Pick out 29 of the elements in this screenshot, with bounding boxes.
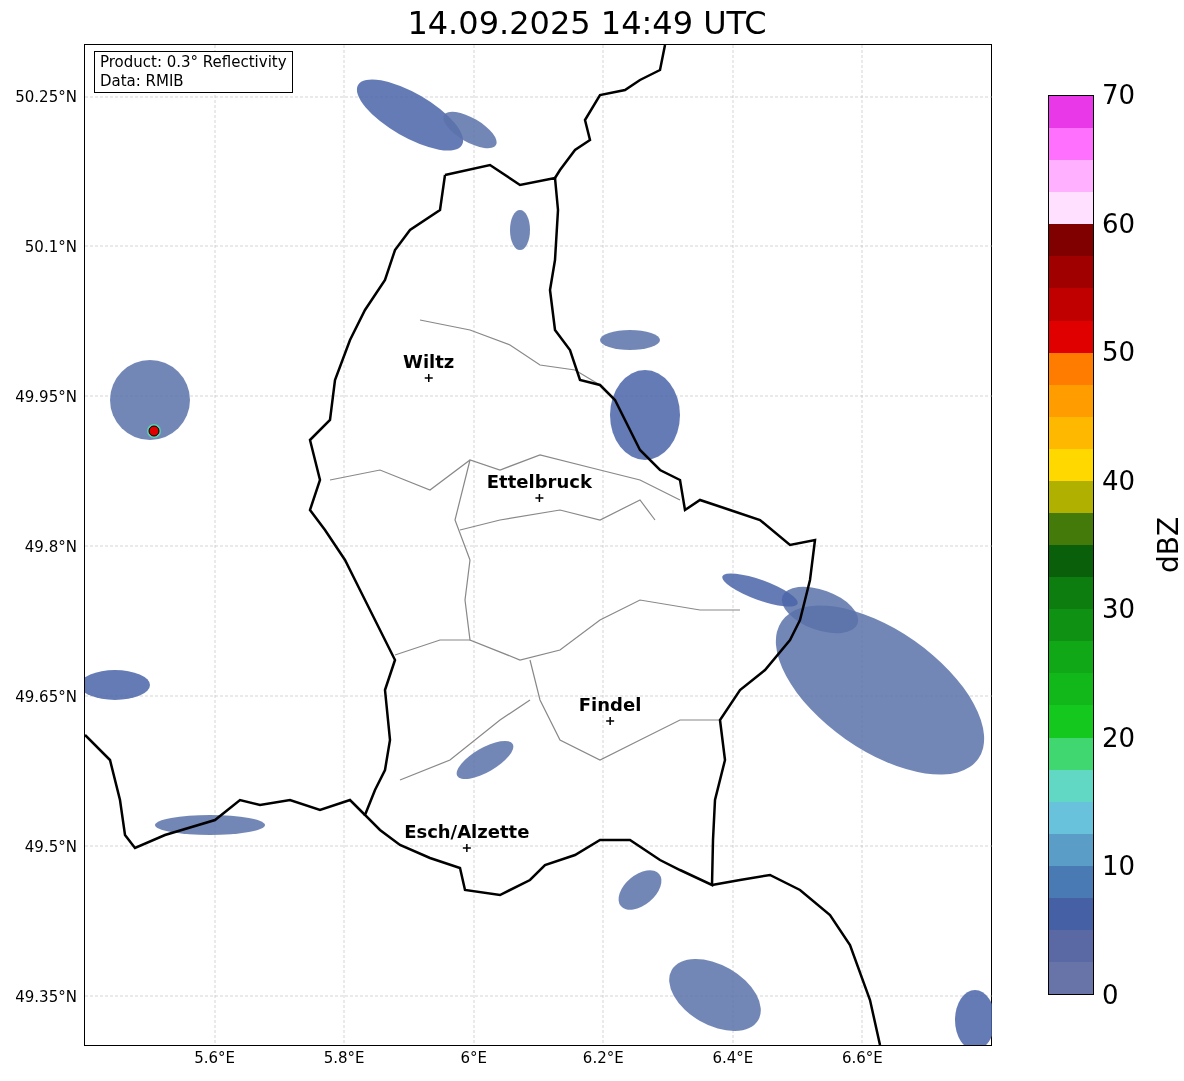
- latitude-label: 49.35°N: [15, 989, 77, 1005]
- city-label: Esch/Alzette: [404, 823, 530, 841]
- latitude-label: 50.1°N: [24, 239, 77, 255]
- colorbar-label: dBZ: [1151, 516, 1184, 574]
- info-text: Data: RMIB: [99, 72, 185, 91]
- city-label: Wiltz: [403, 353, 455, 371]
- colorbar-tick-label: 20: [1102, 724, 1136, 751]
- colorbar-tick-label: 30: [1102, 596, 1136, 623]
- info-text: Product: 0.3° Reflectivity: [99, 53, 287, 72]
- latitude-label: 49.95°N: [15, 389, 77, 405]
- colorbar-tick-label: 40: [1102, 467, 1136, 494]
- longitude-label: 6.4°E: [712, 1051, 754, 1066]
- latitude-label: 50.25°N: [15, 89, 77, 105]
- chart-title: 14.09.2025 14:49 UTC: [407, 2, 767, 44]
- latitude-label: 49.8°N: [24, 539, 77, 555]
- longitude-label: 6.2°E: [582, 1051, 624, 1066]
- longitude-label: 5.6°E: [194, 1051, 235, 1066]
- longitude-label: 6°E: [460, 1051, 487, 1066]
- colorbar-tick-label: 50: [1102, 339, 1136, 366]
- colorbar-tick-label: 10: [1102, 853, 1136, 880]
- latitude-label: 49.65°N: [15, 689, 77, 705]
- colorbar-tick-label: 60: [1102, 210, 1136, 237]
- colorbar-tick-label: 0: [1102, 982, 1119, 1008]
- city-label: Findel: [578, 696, 642, 714]
- city-label: Ettelbruck: [486, 473, 592, 491]
- colorbar-tick-label: 70: [1102, 82, 1136, 108]
- latitude-label: 49.5°N: [24, 839, 77, 855]
- longitude-label: 5.8°E: [323, 1051, 365, 1066]
- longitude-label: 6.6°E: [842, 1051, 883, 1066]
